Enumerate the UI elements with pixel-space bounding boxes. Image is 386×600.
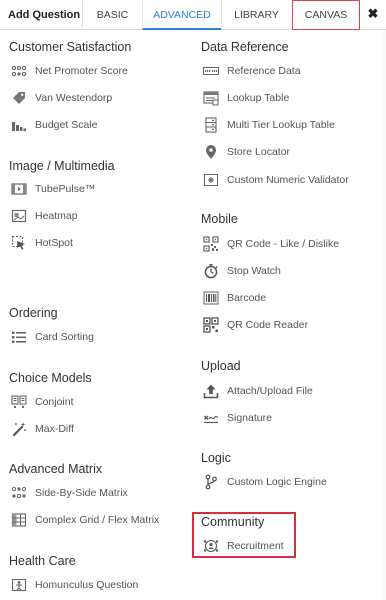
tab-advanced[interactable]: ADVANCED	[142, 0, 221, 30]
item-label: Attach/Upload File	[227, 385, 313, 397]
list-sort-icon	[10, 329, 28, 345]
section-heading-image-multimedia: Image / Multimedia	[9, 159, 115, 173]
item-label: Heatmap	[35, 210, 78, 222]
item-label: Custom Numeric Validator	[227, 174, 349, 186]
item-label: HotSpot	[35, 237, 73, 249]
item-label: Max-Diff	[35, 423, 74, 435]
item-label: Reference Data	[227, 65, 301, 77]
qr-code-icon	[202, 236, 220, 252]
scrollbar-track[interactable]	[381, 30, 386, 600]
reference-data-icon	[202, 63, 220, 79]
tab-basic[interactable]: BASIC	[82, 0, 142, 30]
question-type-tabs-bar: Add Question BASIC ADVANCED LIBRARY CANV…	[0, 0, 386, 30]
item-label: Multi Tier Lookup Table	[227, 119, 335, 131]
item-label: Barcode	[227, 292, 267, 304]
lookup-table-icon	[202, 90, 220, 106]
item-complex-grid-flex-matrix[interactable]: Complex Grid / Flex Matrix	[10, 510, 159, 530]
item-label: Van Westendorp	[35, 92, 113, 104]
item-label: Side-By-Side Matrix	[35, 487, 128, 499]
section-heading-advanced-matrix: Advanced Matrix	[9, 462, 103, 476]
section-heading-choice-models: Choice Models	[9, 371, 92, 385]
item-heatmap[interactable]: Heatmap	[10, 206, 78, 226]
item-label: Complex Grid / Flex Matrix	[35, 514, 160, 526]
magic-wand-icon	[10, 421, 28, 437]
item-reference-data[interactable]: Reference Data	[202, 61, 301, 81]
section-heading-ordering: Ordering	[9, 306, 58, 320]
item-signature[interactable]: Signature	[202, 408, 272, 428]
section-heading-logic: Logic	[201, 451, 231, 465]
numeric-validator-icon	[202, 172, 220, 188]
item-multi-tier-lookup-table[interactable]: Multi Tier Lookup Table	[202, 115, 335, 135]
section-heading-customer-satisfaction: Customer Satisfaction	[9, 40, 132, 54]
nps-dots-icon	[10, 63, 28, 79]
item-lookup-table[interactable]: Lookup Table	[202, 88, 289, 108]
item-conjoint[interactable]: Conjoint	[10, 392, 74, 412]
item-qr-code-reader[interactable]: QR Code Reader	[202, 315, 308, 335]
multi-tier-icon	[202, 117, 220, 133]
heatmap-image-icon	[10, 208, 28, 224]
tab-canvas[interactable]: CANVAS	[292, 0, 360, 30]
item-homunculus-question[interactable]: Homunculus Question	[10, 575, 138, 595]
body-figure-icon	[10, 577, 28, 593]
qr-reader-icon	[202, 317, 220, 333]
section-heading-mobile: Mobile	[201, 212, 238, 226]
item-label: TubePulse™	[35, 183, 96, 195]
panel-title: Add Question	[8, 9, 81, 21]
item-hotspot[interactable]: HotSpot	[10, 233, 73, 253]
community-highlight-frame	[192, 512, 296, 558]
branch-logic-icon	[202, 474, 220, 490]
price-tag-icon	[10, 90, 28, 106]
item-attach-upload-file[interactable]: Attach/Upload File	[202, 381, 313, 401]
item-net-promoter-score[interactable]: Net Promoter Score	[10, 61, 128, 81]
item-label: Stop Watch	[227, 265, 281, 277]
bar-chart-icon	[10, 117, 28, 133]
item-label: Homunculus Question	[35, 579, 139, 591]
item-label: QR Code Reader	[227, 319, 309, 331]
matrix-dots-icon	[10, 485, 28, 501]
item-tubepulse[interactable]: TubePulse™	[10, 179, 95, 199]
item-custom-numeric-validator[interactable]: Custom Numeric Validator	[202, 170, 349, 190]
item-store-locator[interactable]: Store Locator	[202, 142, 290, 162]
item-label: Lookup Table	[227, 92, 290, 104]
item-label: Custom Logic Engine	[227, 476, 327, 488]
item-label: Net Promoter Score	[35, 65, 128, 77]
item-card-sorting[interactable]: Card Sorting	[10, 327, 94, 347]
barcode-icon	[202, 290, 220, 306]
item-label: Conjoint	[35, 396, 74, 408]
grid-table-icon	[10, 512, 28, 528]
item-label: QR Code - Like / Dislike	[227, 238, 340, 250]
upload-icon	[202, 383, 220, 399]
section-heading-upload: Upload	[201, 359, 241, 373]
map-pin-icon	[202, 144, 220, 160]
signature-icon	[202, 410, 220, 426]
item-van-westendorp[interactable]: Van Westendorp	[10, 88, 112, 108]
item-label: Store Locator	[227, 146, 291, 158]
video-film-icon	[10, 181, 28, 197]
close-icon[interactable]: ✖	[366, 7, 380, 21]
item-custom-logic-engine[interactable]: Custom Logic Engine	[202, 472, 327, 492]
item-barcode[interactable]: Barcode	[202, 288, 266, 308]
section-heading-data-reference: Data Reference	[201, 40, 289, 54]
item-stop-watch[interactable]: Stop Watch	[202, 261, 281, 281]
conjoint-cards-icon	[10, 394, 28, 410]
item-budget-scale[interactable]: Budget Scale	[10, 115, 97, 135]
item-qr-code-like-dislike[interactable]: QR Code - Like / Dislike	[202, 234, 339, 254]
tab-library[interactable]: LIBRARY	[221, 0, 291, 30]
item-max-diff[interactable]: Max-Diff	[10, 419, 74, 439]
cursor-select-icon	[10, 235, 28, 251]
stopwatch-icon	[202, 263, 220, 279]
item-label: Budget Scale	[35, 119, 98, 131]
section-heading-health-care: Health Care	[9, 554, 76, 568]
item-label: Signature	[227, 412, 272, 424]
item-label: Card Sorting	[35, 331, 94, 343]
item-side-by-side-matrix[interactable]: Side-By-Side Matrix	[10, 483, 128, 503]
